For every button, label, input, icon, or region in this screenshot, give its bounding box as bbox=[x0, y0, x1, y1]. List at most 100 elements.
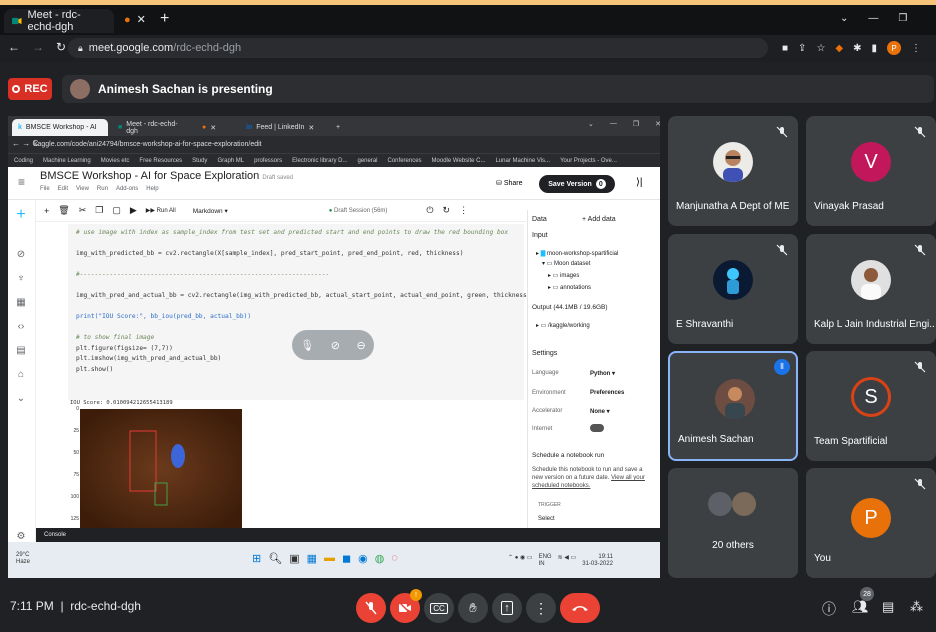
bookmark: Coding bbox=[14, 157, 34, 164]
mic-toggle-button[interactable] bbox=[356, 593, 386, 623]
star-icon[interactable]: ☆ bbox=[816, 43, 825, 54]
participant-avatar: S bbox=[851, 377, 891, 417]
back-arrow-icon[interactable]: ← bbox=[8, 40, 20, 54]
share-button: ⛁ Share bbox=[496, 180, 523, 187]
mic-off-icon bbox=[776, 244, 788, 256]
recording-dot-icon: ● bbox=[202, 124, 207, 131]
console-bar: Console bbox=[36, 528, 660, 542]
code-comment: #---------------------------------------… bbox=[76, 271, 330, 278]
y-tick: 50 bbox=[73, 450, 79, 456]
people-button[interactable]: 👥︎ 28 bbox=[852, 587, 874, 615]
self-avatar: P bbox=[851, 498, 891, 538]
shared-tab-title: BMSCE Workshop - AI for Space bbox=[25, 124, 96, 131]
meet-presenting-bar: REC Animesh Sachan is presenting bbox=[0, 64, 936, 112]
browser-tab-meet[interactable]: Meet - rdc-echd-dgh bbox=[4, 9, 114, 33]
copy-icon: ❐ bbox=[95, 205, 104, 215]
extension-icon[interactable]: ◆ bbox=[835, 43, 843, 54]
kaggle-left-nav: + ⊘ ♆ ▦ ‹› ▤ ⌂ ⌄ ⚙ bbox=[8, 200, 36, 560]
shared-new-tab: + bbox=[336, 124, 341, 131]
shared-tab-blank: ● ✕ bbox=[202, 124, 217, 132]
activities-icon[interactable]: ⁂ bbox=[910, 599, 923, 615]
bookmark: Machine Learning bbox=[43, 157, 91, 164]
more-vert-icon: ⋮ bbox=[534, 599, 548, 616]
more-options-button[interactable]: ⋮ bbox=[526, 593, 556, 623]
info-icon[interactable]: ⓘ bbox=[822, 599, 836, 619]
shared-address-bar: ← → C kaggle.com/code/ani24794/bmsce-wor… bbox=[8, 136, 660, 153]
end-call-button[interactable] bbox=[560, 593, 600, 623]
moon-image-plot bbox=[80, 409, 242, 529]
participant-tile[interactable]: V Vinayak Prasad bbox=[806, 116, 936, 226]
participant-tile-active-speaker[interactable]: ⦀ Animesh Sachan bbox=[668, 351, 798, 461]
dataset-root: ▸ ▇ moon-workshop-spartificial bbox=[536, 251, 619, 257]
forward-arrow-icon[interactable]: → bbox=[32, 40, 44, 54]
participant-name: Team Spartificial bbox=[814, 436, 888, 447]
shared-tab-title: Feed | LinkedIn bbox=[256, 124, 305, 131]
window-controls: ⌄ — ❐ bbox=[840, 13, 907, 24]
shared-tab-linkedin: in Feed | LinkedIn ✕ bbox=[246, 124, 315, 132]
kaggle-right-panel: Data + Add data Input ▸ ▇ moon-workshop-… bbox=[527, 210, 655, 528]
save-version-button: Save Version 0 bbox=[539, 175, 615, 193]
system-tray: ⌃ ● ◉ ▭ ENG IN ≋ ◀ ▭ 19:11 31-03-2022 bbox=[508, 554, 613, 567]
bookmark: Conferences bbox=[387, 157, 422, 164]
nav-buttons: ← → ↻ bbox=[8, 40, 66, 54]
power-icon: ⏻ bbox=[426, 205, 434, 215]
tab-close-icon[interactable]: ✕ bbox=[137, 13, 146, 26]
participant-tile[interactable]: S Team Spartificial bbox=[806, 351, 936, 461]
minimize-icon[interactable]: — bbox=[868, 13, 878, 24]
iou-output: IOU Score: 0.010094212655413189 bbox=[70, 400, 173, 406]
code-line: print("IOU Score:", bb_iou(pred_bb, actu… bbox=[76, 313, 252, 320]
dataset-folder: ▸ ▭ images bbox=[548, 273, 580, 279]
code-line: img_with_predicted_bb = cv2.rectangle(X[… bbox=[76, 250, 464, 257]
hand-icon: ✋︎ bbox=[469, 600, 477, 615]
chat-icon[interactable]: ▤ bbox=[882, 599, 894, 615]
shared-bookmarks-bar: Coding Machine Learning Movies etc Free … bbox=[8, 153, 660, 167]
raise-hand-button[interactable]: ✋︎ bbox=[458, 593, 488, 623]
y-tick: 25 bbox=[73, 428, 79, 434]
menu-run: Run bbox=[96, 186, 108, 192]
linkedin-icon: in bbox=[246, 124, 253, 131]
internet-toggle bbox=[590, 424, 604, 432]
dataset-folder: ▾ ▭ Moon dataset bbox=[542, 261, 591, 267]
puzzle-icon[interactable]: ✱ bbox=[853, 43, 861, 54]
new-tab-button[interactable]: + bbox=[160, 10, 169, 28]
participant-tile[interactable]: Kalp L Jain Industrial Engi... bbox=[806, 234, 936, 344]
self-tile[interactable]: P You bbox=[806, 468, 936, 578]
participant-name: Animesh Sachan bbox=[678, 434, 754, 445]
run-icon: ▶ bbox=[129, 205, 137, 215]
chevron-down-icon[interactable]: ⌄ bbox=[840, 13, 848, 24]
omnibox[interactable]: 🔒︎ meet.google.com/rdc-echd-dgh bbox=[68, 38, 768, 58]
refresh-icon: ↻ bbox=[442, 205, 451, 215]
present-button[interactable]: ↑ bbox=[492, 593, 522, 623]
speaking-indicator-icon: ⦀ bbox=[774, 359, 790, 375]
camera-icon[interactable]: ■ bbox=[782, 43, 788, 54]
cut-icon: ✂ bbox=[78, 205, 87, 215]
mic-off-icon: 🎙︎ bbox=[300, 339, 315, 352]
participant-name: You bbox=[814, 553, 831, 564]
url-path: /rdc-echd-dgh bbox=[173, 42, 242, 54]
camera-toggle-button[interactable]: ! bbox=[390, 589, 422, 623]
participant-tile[interactable]: E Shravanthi bbox=[668, 234, 798, 344]
participant-tile[interactable]: Manjunatha A Dept of ME bbox=[668, 116, 798, 226]
code-cell: # use image with index as sample_index f… bbox=[68, 224, 530, 400]
restore-icon[interactable]: ❐ bbox=[898, 13, 907, 24]
more-vert-icon[interactable]: ⋮ bbox=[911, 43, 921, 54]
recording-label: REC bbox=[24, 83, 48, 95]
participant-tile-others[interactable]: 20 others bbox=[668, 468, 798, 578]
reload-icon[interactable]: ↻ bbox=[56, 40, 66, 54]
save-count: 0 bbox=[595, 179, 606, 189]
profile-avatar[interactable]: P bbox=[887, 41, 902, 55]
setting-key: Environment bbox=[532, 390, 566, 396]
setting-value: Preferences bbox=[590, 390, 625, 396]
menu-help: Help bbox=[146, 186, 159, 192]
sidepanel-icon[interactable]: ▮ bbox=[872, 43, 878, 54]
shared-tab-kaggle: kBMSCE Workshop - AI for Space bbox=[12, 119, 108, 136]
participant-avatar bbox=[732, 492, 756, 516]
captions-button[interactable]: CC bbox=[424, 593, 454, 623]
people-count-badge: 28 bbox=[860, 587, 874, 601]
participant-avatar bbox=[851, 260, 891, 300]
browser-actions: ■ ⇪ ☆ ◆ ✱ ▮ P ⋮ bbox=[782, 41, 921, 55]
shared-url: kaggle.com/code/ani24794/bmsce-workshop-… bbox=[34, 141, 262, 148]
weather-widget: 29°C Haze bbox=[16, 552, 31, 565]
share-icon[interactable]: ⇪ bbox=[798, 43, 806, 54]
more-vert-icon: ⋮ bbox=[459, 205, 469, 215]
